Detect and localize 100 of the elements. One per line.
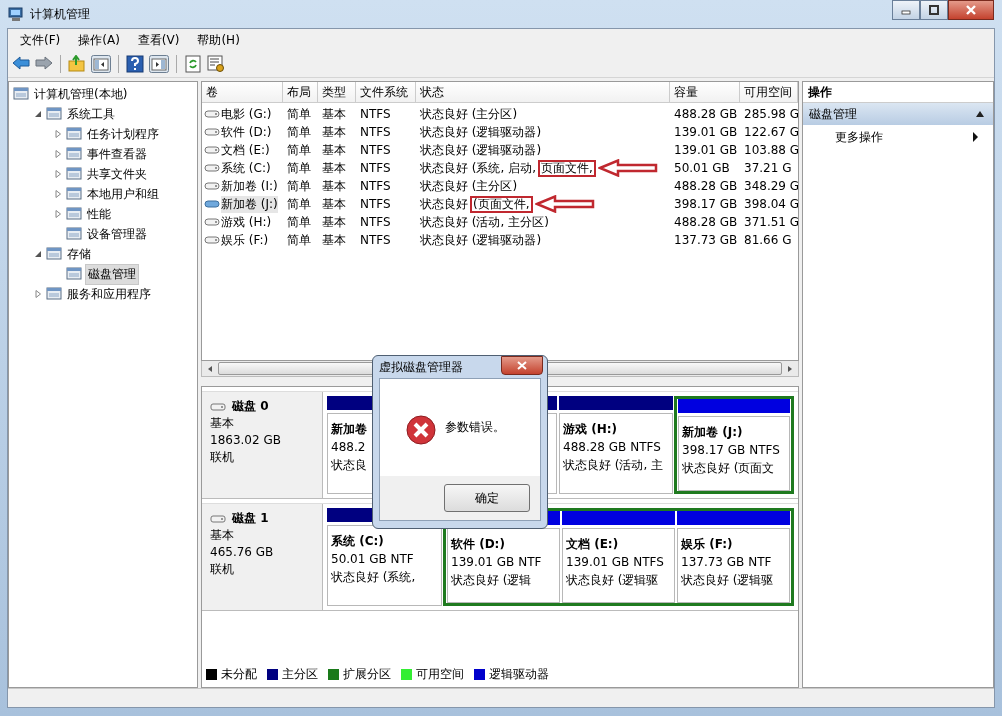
window-icon [46, 286, 62, 302]
column-header[interactable]: 类型 [318, 82, 356, 102]
section-header[interactable]: 磁盘管理 [803, 103, 993, 125]
expand-icon[interactable] [53, 129, 63, 139]
folder-up-icon[interactable] [68, 55, 86, 73]
table-cell-text: NTFS [359, 197, 392, 211]
partition-block[interactable]: 软件 (D:) 139.01 GB NTF 状态良好 (逻辑 [447, 528, 560, 603]
forward-arrow-icon[interactable] [35, 55, 53, 73]
help-icon[interactable] [126, 55, 144, 73]
expand-icon[interactable] [53, 169, 63, 179]
table-cell-text: NTFS [359, 125, 392, 139]
expand-icon[interactable] [53, 209, 63, 219]
scroll-left-icon[interactable] [206, 364, 214, 373]
partition-status: 状态良好 (逻辑驱 [566, 572, 659, 589]
column-header[interactable]: 容量 [670, 82, 740, 102]
table-cell-text: 488.28 GB [673, 107, 739, 121]
menu-item[interactable]: 查看(V) [135, 30, 182, 50]
menu-item[interactable]: 文件(F) [18, 30, 63, 50]
column-header[interactable]: 状态 [416, 82, 670, 102]
close-button[interactable] [948, 0, 994, 20]
panel-toggle-icon[interactable] [91, 55, 111, 73]
drive-icon [204, 163, 220, 173]
back-arrow-icon[interactable] [12, 55, 30, 73]
tree-item[interactable]: 存储 [65, 244, 93, 264]
tree-item[interactable]: 本地用户和组 [85, 184, 161, 204]
table-cell-text: 371.51 G [743, 215, 798, 229]
disk-type: 基本 [210, 527, 235, 544]
legend-label: 逻辑驱动器 [489, 665, 549, 683]
partition-block[interactable]: 系统 (C:) 50.01 GB NTF 状态良好 (系统, [327, 525, 442, 606]
collapse-icon[interactable] [33, 249, 43, 259]
section-title: 磁盘管理 [809, 105, 857, 123]
scroll-right-icon[interactable] [786, 364, 794, 373]
tree-item[interactable]: 服务和应用程序 [65, 284, 153, 304]
arrow [597, 159, 658, 177]
partition-name: 系统 (C:) [331, 533, 384, 550]
table-cell-text: 50.01 GB [673, 161, 731, 175]
tree-item[interactable]: 共享文件夹 [85, 164, 149, 184]
close-icon[interactable] [517, 361, 527, 370]
partition-name: 游戏 (H:) [563, 421, 617, 438]
collapse-caret-icon[interactable] [975, 110, 985, 118]
minimize-button[interactable] [892, 0, 920, 20]
close-icon[interactable] [965, 5, 977, 15]
tree-item[interactable]: 系统工具 [65, 104, 117, 124]
window-icon [46, 246, 62, 262]
partition-size: 139.01 GB NTFS [566, 554, 664, 571]
action-link[interactable]: 更多操作 [835, 128, 883, 146]
collapse-icon[interactable] [33, 109, 43, 119]
table-cell-text: 状态良好 (主分区) [419, 105, 519, 123]
table-cell-text: 简单 [286, 177, 312, 195]
partition-name: 新加卷 (J:) [682, 424, 743, 441]
partition-block[interactable]: 游戏 (H:) 488.28 GB NTFS 状态良好 (活动, 主 [559, 413, 673, 494]
window-icon [66, 226, 82, 242]
maximize-icon[interactable] [929, 5, 939, 15]
partition-block[interactable]: 文档 (E:) 139.01 GB NTFS 状态良好 (逻辑驱 [562, 528, 675, 603]
legend-label: 扩展分区 [343, 665, 391, 683]
column-header[interactable]: 可用空间 [740, 82, 798, 102]
tree-item[interactable]: 性能 [85, 204, 113, 224]
partition-name: 软件 (D:) [451, 536, 505, 553]
table-cell: 系统 (C:) [221, 159, 271, 177]
menu-item[interactable]: 帮助(H) [195, 30, 242, 50]
submenu-arrow-icon[interactable] [972, 132, 979, 142]
drive-icon [204, 199, 220, 209]
column-header[interactable]: 布局 [283, 82, 318, 102]
table-cell-text: 285.98 G [743, 107, 798, 121]
tree-item[interactable]: 事件查看器 [85, 144, 149, 164]
table-cell: 状态良好 (系统, 启动, [420, 159, 536, 177]
partition-size: 137.73 GB NTF [681, 554, 772, 571]
expand-icon[interactable] [53, 189, 63, 199]
tree-item[interactable]: 计算机管理(本地) [32, 84, 130, 104]
menu-item[interactable]: 操作(A) [76, 30, 122, 50]
partition-block[interactable]: 新加卷 (J:) 398.17 GB NTFS 状态良好 (页面文 [678, 416, 790, 491]
window-icon [66, 266, 82, 282]
table-cell-text: 基本 [321, 123, 347, 141]
tree-item[interactable]: 磁盘管理 [85, 263, 139, 285]
properties-icon[interactable] [207, 55, 225, 73]
column-header[interactable]: 卷 [202, 82, 283, 102]
table-cell-text: 488.28 GB [673, 215, 739, 229]
refresh-icon[interactable] [184, 55, 202, 73]
disk-size: 1863.02 GB [210, 432, 282, 449]
highlighted-text: 页面文件, [537, 159, 596, 177]
partition-block[interactable]: 娱乐 (F:) 137.73 GB NTF 状态良好 (逻辑驱 [677, 528, 790, 603]
table-cell-text: 81.66 G [743, 233, 793, 247]
table-cell-text: 状态良好 (主分区) [419, 177, 519, 195]
table-cell-text: 139.01 GB [673, 143, 739, 157]
table-cell-text: 简单 [286, 105, 312, 123]
panel-toggle-icon[interactable] [149, 55, 169, 73]
close-button[interactable] [501, 356, 543, 375]
disk-name: 磁盘 0 [232, 398, 269, 415]
column-header[interactable]: 文件系统 [356, 82, 416, 102]
tree-item[interactable]: 任务计划程序 [85, 124, 161, 144]
maximize-button[interactable] [920, 0, 948, 20]
drive-icon [204, 217, 220, 227]
expand-icon[interactable] [33, 289, 43, 299]
tree-item[interactable]: 设备管理器 [85, 224, 149, 244]
window-icon [66, 206, 82, 222]
expand-icon[interactable] [53, 149, 63, 159]
table-cell-text: 简单 [286, 231, 312, 249]
dialog-title: 虚拟磁盘管理器 [379, 358, 463, 376]
table-cell: 新加卷 (J:) [221, 195, 278, 213]
ok-button[interactable]: 确定 [444, 484, 530, 512]
